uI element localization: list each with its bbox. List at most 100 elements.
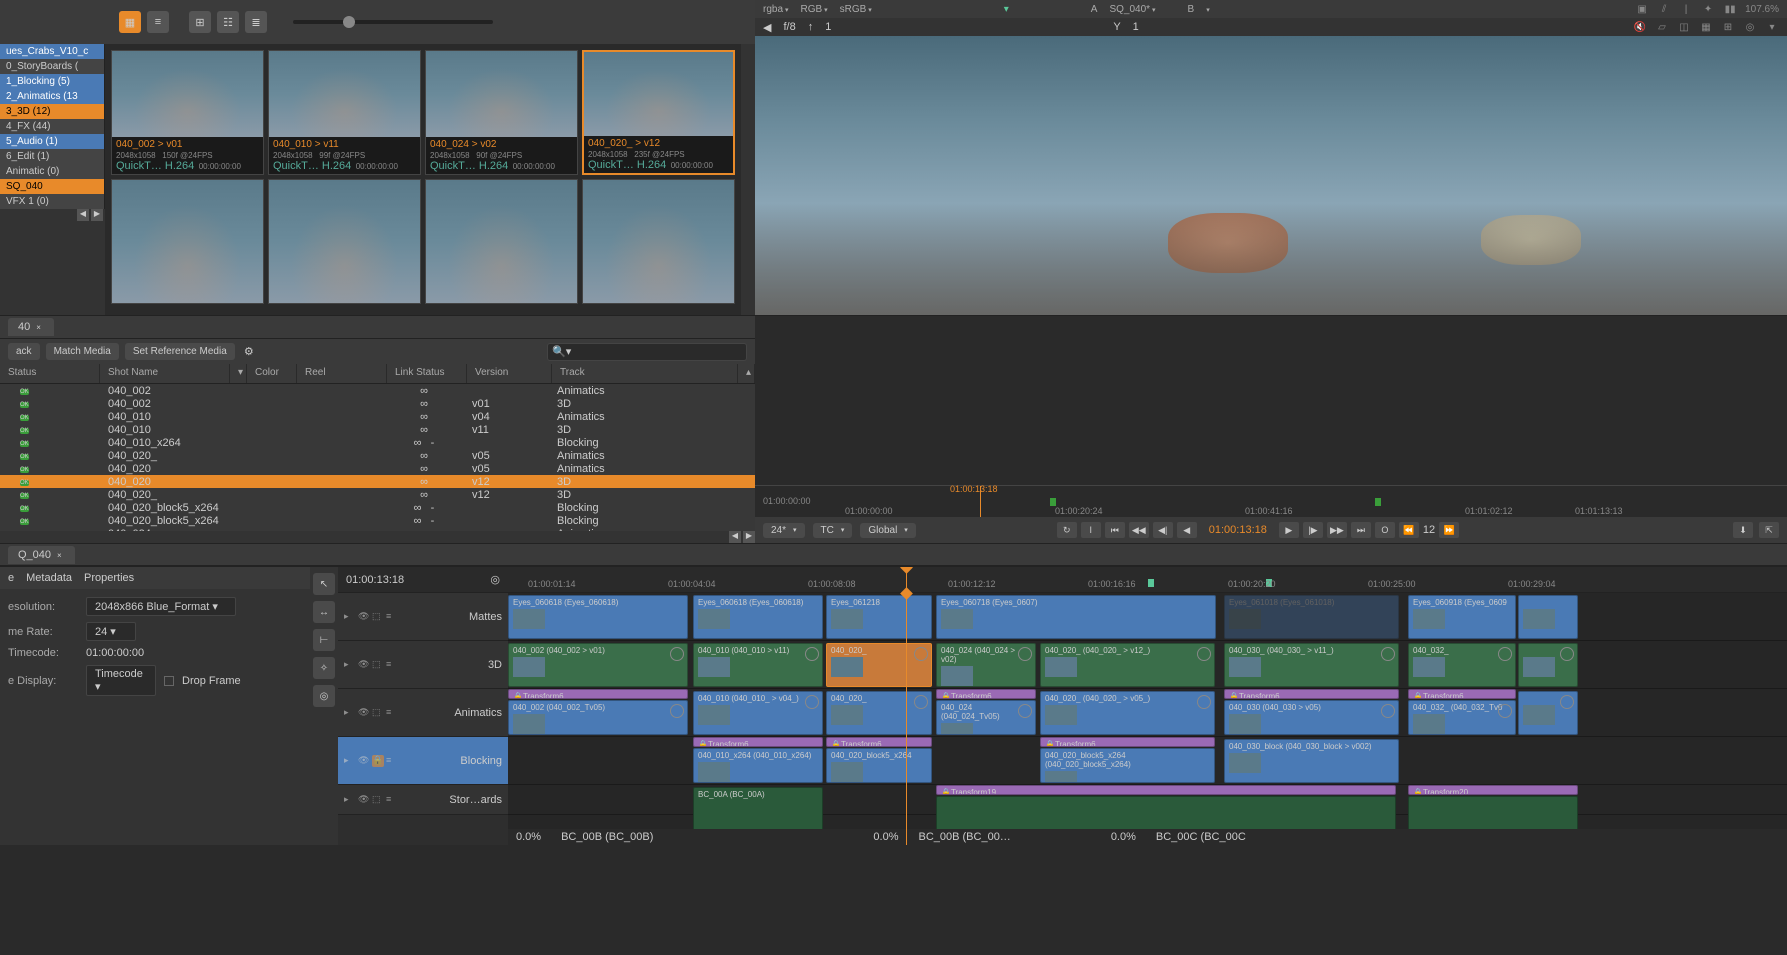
clip-thumbnail[interactable]: 040_010 > v112048x1058 99f @24FPSQuickT…… [268,50,421,175]
tool6-icon[interactable]: ▾ [1765,20,1779,34]
timeline-clip[interactable]: BC_00A (BC_00A) [693,787,823,831]
track-label-storyboards[interactable]: ▸👁⬚≡Stor…ards [338,785,508,815]
lock-icon[interactable]: ⬚ [372,611,384,623]
expand-icon[interactable]: ▸ [344,659,356,671]
settings-icon[interactable]: ✦ [1701,2,1715,16]
zoom-value[interactable]: 107.6% [1745,2,1779,16]
goto-end-icon[interactable]: ⏭ [1351,522,1371,538]
sync-icon[interactable]: ≡ [386,755,398,767]
step-fwd-icon[interactable]: |▶ [1303,522,1323,538]
hscroll-left-icon[interactable]: ◀ [729,531,741,543]
table-row[interactable]: OK040_020_block5_x264∞ -Blocking [0,514,755,527]
transform-clip[interactable]: 🔒Transform6 [826,737,932,747]
framerate-dropdown[interactable]: 24 ▾ [86,622,136,641]
expand-icon[interactable]: ▸ [344,755,356,767]
eye-icon[interactable]: 👁 [358,755,370,767]
table-row[interactable]: OK040_010∞v04Animatics [0,410,755,423]
timeline-clip[interactable]: 040_002 (040_002 > v01) [508,643,688,687]
rgba-dropdown[interactable]: rgba [763,4,788,15]
col-version[interactable]: Version [467,364,552,383]
transform-clip[interactable]: 🔒Transform6 [1040,737,1215,747]
timeline-clip[interactable]: 040_020_ [826,691,932,735]
marker-icon[interactable] [1148,579,1154,587]
timeline-clip[interactable]: 040_010_x264 (040_010_x264) [693,748,823,783]
timeline-clip[interactable]: 040_020_block5_x264 [826,748,932,783]
set-reference-button[interactable]: Set Reference Media [125,343,235,360]
clip-thumbnail[interactable]: 040_002 > v012048x1058 150f @24FPSQuickT… [111,50,264,175]
sync-icon[interactable]: ≡ [386,707,398,719]
rgb-dropdown[interactable]: RGB [800,4,827,15]
timeline-clip[interactable]: 040_030 (040_030 > v05) [1224,700,1399,735]
folder-item[interactable]: VFX 1 (0) [0,194,104,209]
slice-tool-icon[interactable]: ⊢ [313,629,335,651]
layout-icon[interactable]: ▣ [1635,2,1649,16]
track-label-mattes[interactable]: ▸👁⬚≡Mattes [338,593,508,641]
timeline-clip[interactable]: 040_030_ (040_030_ > v11_) [1224,643,1399,687]
folder-item[interactable]: Animatic (0) [0,164,104,179]
prev-arrow-icon[interactable]: ◀ [763,21,771,34]
col-status[interactable]: Status [0,364,100,383]
sync-icon[interactable]: ≡ [386,659,398,671]
lock-icon[interactable]: ⬚ [372,794,384,806]
col-reel[interactable]: Reel [297,364,387,383]
timeline-clip[interactable]: 040_020_ [826,643,932,687]
col-color[interactable]: Color [247,364,297,383]
clip-thumbnail[interactable]: 040_024 > v022048x1058 90f @24FPSQuickT…… [425,50,578,175]
timeline-clip[interactable]: 040_010 (040_010_ > v04_) [693,691,823,735]
a-sequence-dropdown[interactable]: SQ_040* [1109,4,1155,15]
table-row[interactable]: OK040_002∞v013D [0,397,755,410]
track-animatics[interactable]: 🔒Transform6040_002 (040_002_Tv05)040_010… [508,689,1787,737]
pointer-tool-icon[interactable]: ↖ [313,573,335,595]
refresh-icon[interactable]: ↻ [1057,522,1077,538]
eye-icon[interactable]: 👁 [358,659,370,671]
out-point-button[interactable]: O [1375,522,1395,538]
eye-icon[interactable]: 👁 [358,611,370,623]
global-dropdown[interactable]: Global [860,523,915,538]
track-label-animatics[interactable]: ▸👁⬚≡Animatics [338,689,508,737]
table-row[interactable]: OK040_020_block5_x264∞ -Blocking [0,501,755,514]
folder-item[interactable]: 4_FX (44) [0,119,104,134]
lock-icon[interactable]: ⬚ [372,707,384,719]
timeline-clip[interactable]: 040_024 (040_024_Tv05) [936,700,1036,735]
up-arrow-icon[interactable]: ↑ [808,21,814,33]
view-list-icon[interactable]: ≡ [147,11,169,33]
track-blocking[interactable]: 🔒Transform6040_010_x264 (040_010_x264)🔒T… [508,737,1787,785]
scroll-right-icon[interactable]: ▶ [91,209,103,221]
transform-clip[interactable]: 🔒Transform6 [693,737,823,747]
transform-clip[interactable]: 🔒Transform6 [508,689,688,699]
expand-icon[interactable]: ▸ [344,794,356,806]
display-dropdown[interactable]: Timecode ▾ [86,665,156,696]
clips-scrollbar[interactable] [741,44,755,315]
transform-clip[interactable]: 🔒Transform6 [936,689,1036,699]
timeline-clip[interactable]: 040_024 (040_024 > v02) [936,643,1036,687]
thumb-size-slider[interactable] [293,20,493,24]
timeline-ruler[interactable]: 01:00:13:18 01:00:01:1401:00:04:0401:00:… [508,567,1787,593]
globe-icon[interactable]: ◎ [313,685,335,707]
back-button[interactable]: ack [8,343,40,360]
marker-icon[interactable] [1050,498,1056,506]
viewer-image[interactable] [755,36,1787,315]
tab-metadata[interactable]: Metadata [26,572,72,584]
timeline-clip[interactable]: 040_020_block5_x264 (040_020_block5_x264… [1040,748,1215,783]
loop-fwd-icon[interactable]: ⏩ [1439,522,1459,538]
tracks-area[interactable]: 01:00:13:18 01:00:01:1401:00:04:0401:00:… [508,567,1787,845]
folder-item[interactable]: SQ_040 [0,179,104,194]
timeline-clip[interactable] [1408,796,1578,831]
sync-icon[interactable]: ≡ [386,794,398,806]
sequence-tab[interactable]: 40 × [8,318,54,336]
play-icon[interactable]: ▶ [1279,522,1299,538]
timeline-tab[interactable]: Q_040 × [8,546,75,564]
clip-thumbnail[interactable] [111,179,264,304]
sync-icon[interactable]: ≡ [386,611,398,623]
transform-clip[interactable]: 🔒Transform6 [1224,689,1399,699]
pause-icon[interactable]: ▮▮ [1723,2,1737,16]
clip-thumbnail[interactable] [268,179,421,304]
timeline-clip[interactable]: 040_020_ (040_020_ > v12_) [1040,643,1215,687]
resolution-dropdown[interactable]: 2048x866 Blue_Format ▾ [86,597,236,616]
col-sort-icon[interactable]: ▾ [230,364,247,383]
timeline-clip[interactable] [1518,595,1578,639]
timeline-clip[interactable] [936,796,1396,831]
table-row[interactable]: OK040_010_x264∞ -Blocking [0,436,755,449]
lock-icon[interactable]: ⬚ [372,659,384,671]
viewer-timeline-ruler[interactable]: 01:00:00:00 01:00:13:18 01:00:00:00 01:0… [755,485,1787,517]
